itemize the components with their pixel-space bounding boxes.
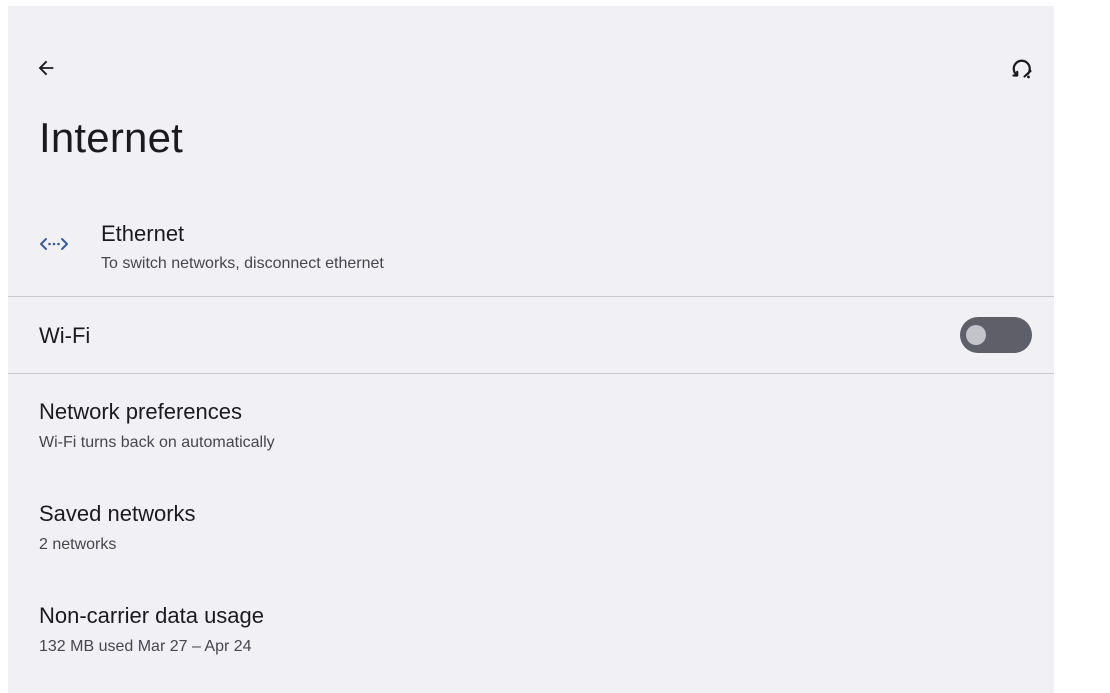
ethernet-row[interactable]: Ethernet To switch networks, disconnect …	[8, 206, 1054, 296]
divider	[8, 373, 1054, 374]
ethernet-title: Ethernet	[101, 221, 185, 246]
help-feedback-icon	[1012, 59, 1032, 79]
right-gutter	[1054, 0, 1110, 693]
network-preferences-title: Network preferences	[39, 399, 242, 424]
wifi-toggle[interactable]	[960, 317, 1032, 353]
arrow-back-icon	[38, 60, 54, 76]
top-app-bar	[8, 6, 1054, 116]
wifi-row[interactable]: Wi-Fi	[8, 303, 1054, 367]
saved-networks-title: Saved networks	[39, 501, 196, 526]
data-usage-title: Non-carrier data usage	[39, 603, 265, 628]
toggle-knob	[966, 325, 986, 345]
network-preferences-row[interactable]: Network preferences Wi-Fi turns back on …	[8, 382, 1054, 472]
internet-settings-screen: Internet Ethernet To switch networks, di…	[8, 6, 1054, 693]
saved-networks-subtitle: 2 networks	[39, 536, 117, 553]
data-usage-subtitle: 132 MB used Mar 27 – Apr 24	[39, 638, 252, 655]
back-button[interactable]	[28, 50, 64, 86]
saved-networks-row[interactable]: Saved networks 2 networks	[8, 484, 1054, 574]
ethernet-icon	[40, 238, 68, 250]
data-usage-row[interactable]: Non-carrier data usage 132 MB used Mar 2…	[8, 586, 1054, 676]
page-title: Internet	[39, 114, 184, 161]
divider	[8, 296, 1054, 297]
ethernet-subtitle: To switch networks, disconnect ethernet	[101, 255, 384, 272]
wifi-title: Wi-Fi	[39, 323, 91, 348]
network-preferences-subtitle: Wi-Fi turns back on automatically	[39, 434, 275, 451]
help-feedback-button[interactable]	[1004, 50, 1040, 86]
